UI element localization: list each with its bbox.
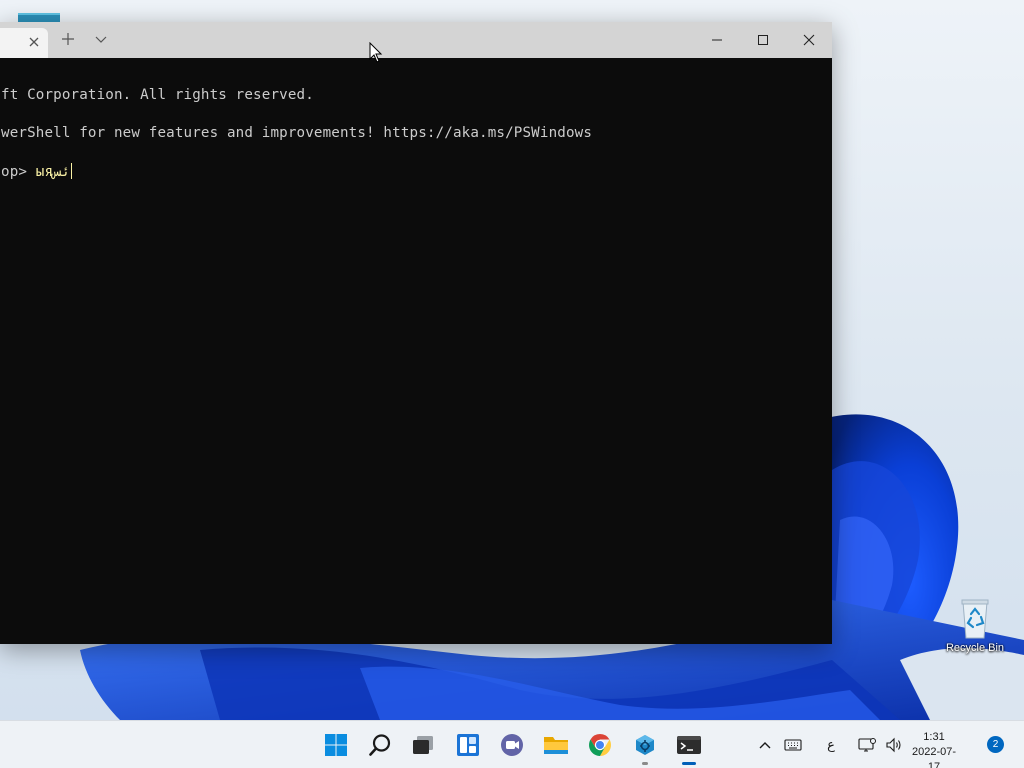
terminal-window[interactable]: ft Corporation. All rights reserved. wer… — [0, 22, 832, 644]
mouse-pointer-icon — [369, 41, 383, 68]
network-icon — [858, 738, 876, 752]
new-tab-button[interactable] — [57, 28, 79, 50]
running-indicator — [642, 762, 648, 765]
console-output[interactable]: ft Corporation. All rights reserved. wer… — [0, 58, 832, 644]
clock-time: 1:31 — [923, 731, 945, 743]
chat-icon — [501, 734, 523, 756]
windows-logo-icon — [325, 734, 347, 756]
terminal-icon — [677, 736, 701, 754]
maximize-button[interactable] — [740, 22, 786, 58]
widgets-button[interactable] — [448, 721, 488, 768]
taskbar-app-button[interactable] — [625, 721, 665, 768]
close-icon — [29, 37, 39, 47]
touch-keyboard-button[interactable] — [781, 721, 805, 768]
terminal-button[interactable] — [669, 721, 709, 768]
console-line: ft Corporation. All rights reserved. — [1, 87, 314, 103]
chat-button[interactable] — [492, 721, 532, 768]
tab-dropdown-button[interactable] — [90, 28, 112, 50]
show-hidden-icons-button[interactable] — [754, 721, 776, 768]
tab-powershell[interactable] — [0, 28, 48, 58]
title-bar[interactable] — [0, 22, 832, 58]
prompt-text: op> — [1, 164, 36, 180]
clock[interactable]: 1:31 2022-07-17 — [906, 730, 962, 768]
maximize-icon — [758, 35, 768, 45]
recycle-bin-label: Recycle Bin — [945, 642, 1005, 654]
typed-input: ыяئس — [35, 164, 71, 180]
prompt-line[interactable]: op> ыяئس — [1, 163, 73, 180]
text-cursor — [71, 163, 73, 179]
search-button[interactable] — [360, 721, 400, 768]
console-line: werShell for new features and improvemen… — [1, 125, 593, 141]
network-button[interactable] — [855, 721, 879, 768]
tab-close-button[interactable] — [26, 34, 42, 50]
keyboard-icon — [784, 739, 802, 751]
task-view-icon — [413, 736, 433, 754]
minimize-button[interactable] — [694, 22, 740, 58]
close-window-button[interactable] — [786, 22, 832, 58]
start-button[interactable] — [316, 721, 356, 768]
volume-button[interactable] — [882, 721, 906, 768]
input-language-indicator[interactable]: ع — [820, 721, 842, 768]
widgets-icon — [457, 734, 479, 756]
chrome-button[interactable] — [580, 721, 620, 768]
plus-icon — [62, 33, 74, 45]
search-icon — [369, 734, 391, 756]
chevron-up-icon — [759, 742, 771, 749]
task-view-button[interactable] — [403, 721, 443, 768]
clock-date: 2022-07-17 — [911, 746, 957, 768]
chrome-icon — [589, 734, 611, 756]
recycle-bin[interactable]: Recycle Bin — [940, 596, 1010, 654]
minimize-icon — [712, 39, 722, 41]
file-explorer-button[interactable] — [536, 721, 576, 768]
close-icon — [803, 34, 815, 46]
taskbar: ع 1:31 2022-07-17 — [0, 720, 1024, 768]
recycle-bin-icon — [957, 596, 993, 640]
folder-icon — [544, 737, 568, 754]
chevron-down-icon — [95, 36, 107, 43]
speaker-icon — [886, 737, 901, 753]
gear-box-icon — [636, 735, 654, 755]
active-indicator — [682, 762, 696, 765]
notification-badge[interactable]: 2 — [987, 736, 1004, 753]
